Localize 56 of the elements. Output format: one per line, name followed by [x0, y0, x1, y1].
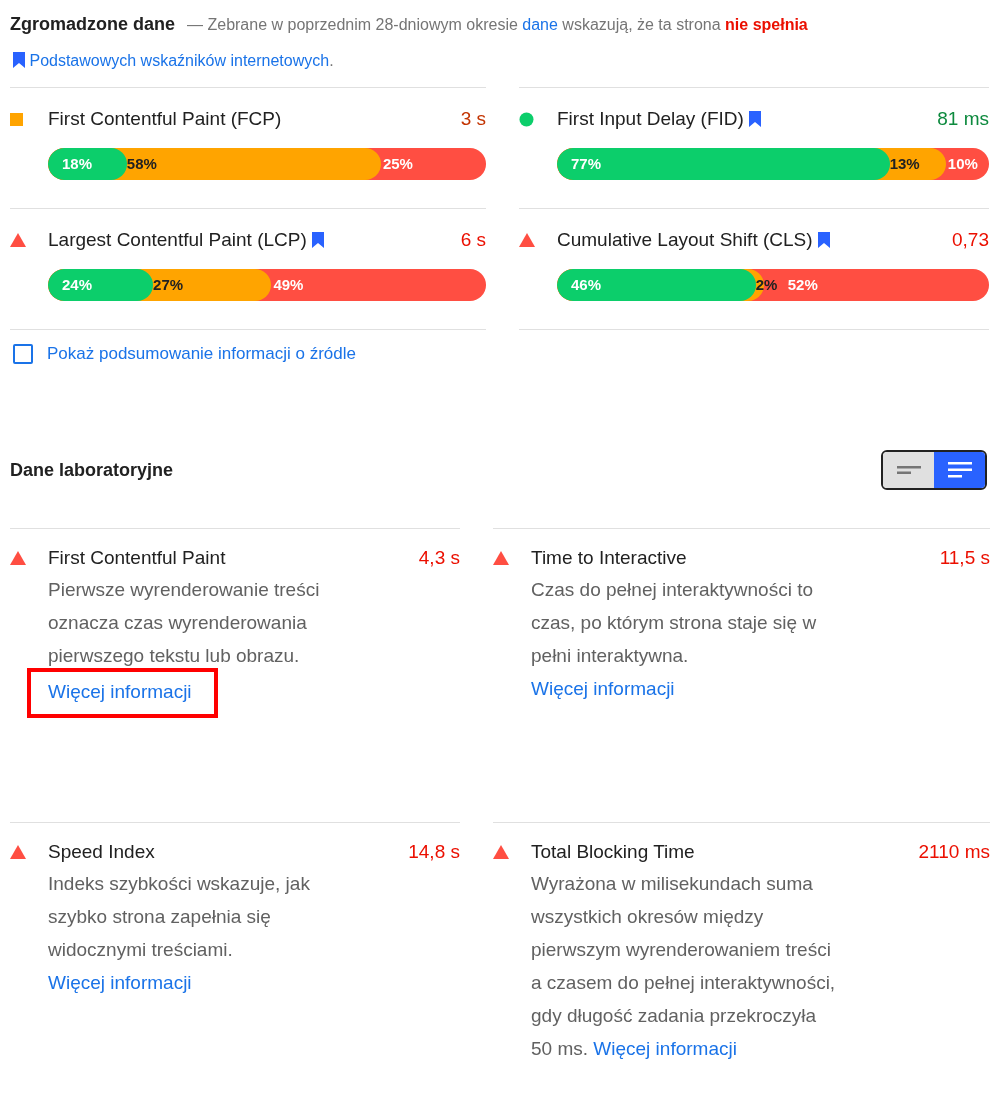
metric-name: Speed Index: [48, 841, 156, 863]
short-lines-icon: [896, 464, 921, 476]
expanded-view-button[interactable]: [934, 452, 985, 488]
bookmark-icon: [13, 52, 25, 68]
percentage-label: 58%: [126, 154, 157, 174]
metric-name: Cumulative Layout Shift (CLS): [557, 229, 813, 251]
metric-value: 4,3 s: [418, 547, 460, 569]
bookmark-icon: [311, 232, 324, 248]
triangle-icon: [10, 233, 26, 247]
metric-value: 2110 ms: [918, 841, 990, 863]
circle-icon: [519, 111, 534, 127]
percentage-label: 24%: [62, 275, 93, 295]
triangle-icon: [493, 845, 509, 859]
percentage-label: 25%: [382, 154, 413, 174]
percentage-label: 46%: [571, 275, 602, 295]
learn-more-link[interactable]: Więcej informacji: [48, 972, 192, 993]
percentage-label: 27%: [153, 275, 184, 295]
data-link[interactable]: dane: [522, 16, 558, 33]
metric-name: First Contentful Paint: [48, 547, 227, 569]
metric-value: 11,5 s: [939, 547, 990, 569]
metric-name: Total Blocking Time: [531, 841, 696, 863]
metric-name: First Input Delay (FID): [557, 108, 744, 130]
compact-view-button[interactable]: [883, 452, 934, 488]
metric-description: Czas do pełnej interaktywności to czas, po którym strona staje się w pełni interaktywna. Więcej informacji: [531, 578, 818, 701]
metric-name: Time to Interactive: [531, 547, 688, 569]
learn-more-link[interactable]: Więcej informacji: [593, 1038, 737, 1059]
percentage-label: 52%: [787, 275, 818, 295]
learn-more-link[interactable]: Więcej informacji: [531, 678, 675, 699]
triangle-icon: [519, 233, 535, 247]
metric-value: 81 ms: [937, 108, 989, 130]
bookmark-icon: [817, 232, 830, 248]
bookmark-icon: [748, 111, 761, 127]
percentage-label: 77%: [571, 154, 602, 174]
percentage-label: 2%: [755, 275, 778, 295]
metric-name: First Contentful Paint (FCP): [48, 108, 282, 130]
square-icon: [10, 112, 23, 126]
metric-description: Wyrażona w milisekundach suma wszystkich okresów między pierwszym wyrenderowaniem treści a czasem do pełnej interaktywności, gdy długość zadania przekroczyła 50 ms. Więcej informacji: [531, 872, 836, 1061]
metric-name: Largest Contentful Paint (LCP): [48, 229, 307, 251]
triangle-icon: [10, 845, 26, 859]
source-summary-checkbox[interactable]: Pokaż podsumowanie informacji o źródle: [10, 344, 356, 364]
metric-value: 3 s: [460, 108, 486, 130]
percentage-label: 49%: [273, 275, 304, 295]
metric-value: 6 s: [460, 229, 486, 251]
core-web-vitals-link[interactable]: Podstawowych wskaźników internetowych: [10, 52, 330, 69]
triangle-icon: [10, 551, 26, 565]
lines-icon: [947, 462, 972, 478]
section-title: Dane laboratoryjne: [10, 459, 174, 481]
percentage-label: 13%: [889, 154, 920, 174]
triangle-icon: [493, 551, 509, 565]
metric-value: 14,8 s: [408, 841, 460, 863]
learn-more-link[interactable]: Więcej informacji: [27, 668, 218, 718]
metric-value: 0,73: [952, 229, 989, 251]
metric-description: Indeks szybkości wskazuje, jak szybko strona zapełnia się widocznymi treściami. Więcej informacji: [48, 872, 311, 995]
field-data-summary: Zgromadzone dane — Zebrane w poprzednim 28-dniowym okresie dane wskazują, że ta strona nie spełnia Podstawowych wskaźników internetowych.: [10, 13, 809, 71]
percentage-label: 10%: [947, 154, 978, 174]
percentage-label: 18%: [62, 154, 93, 174]
